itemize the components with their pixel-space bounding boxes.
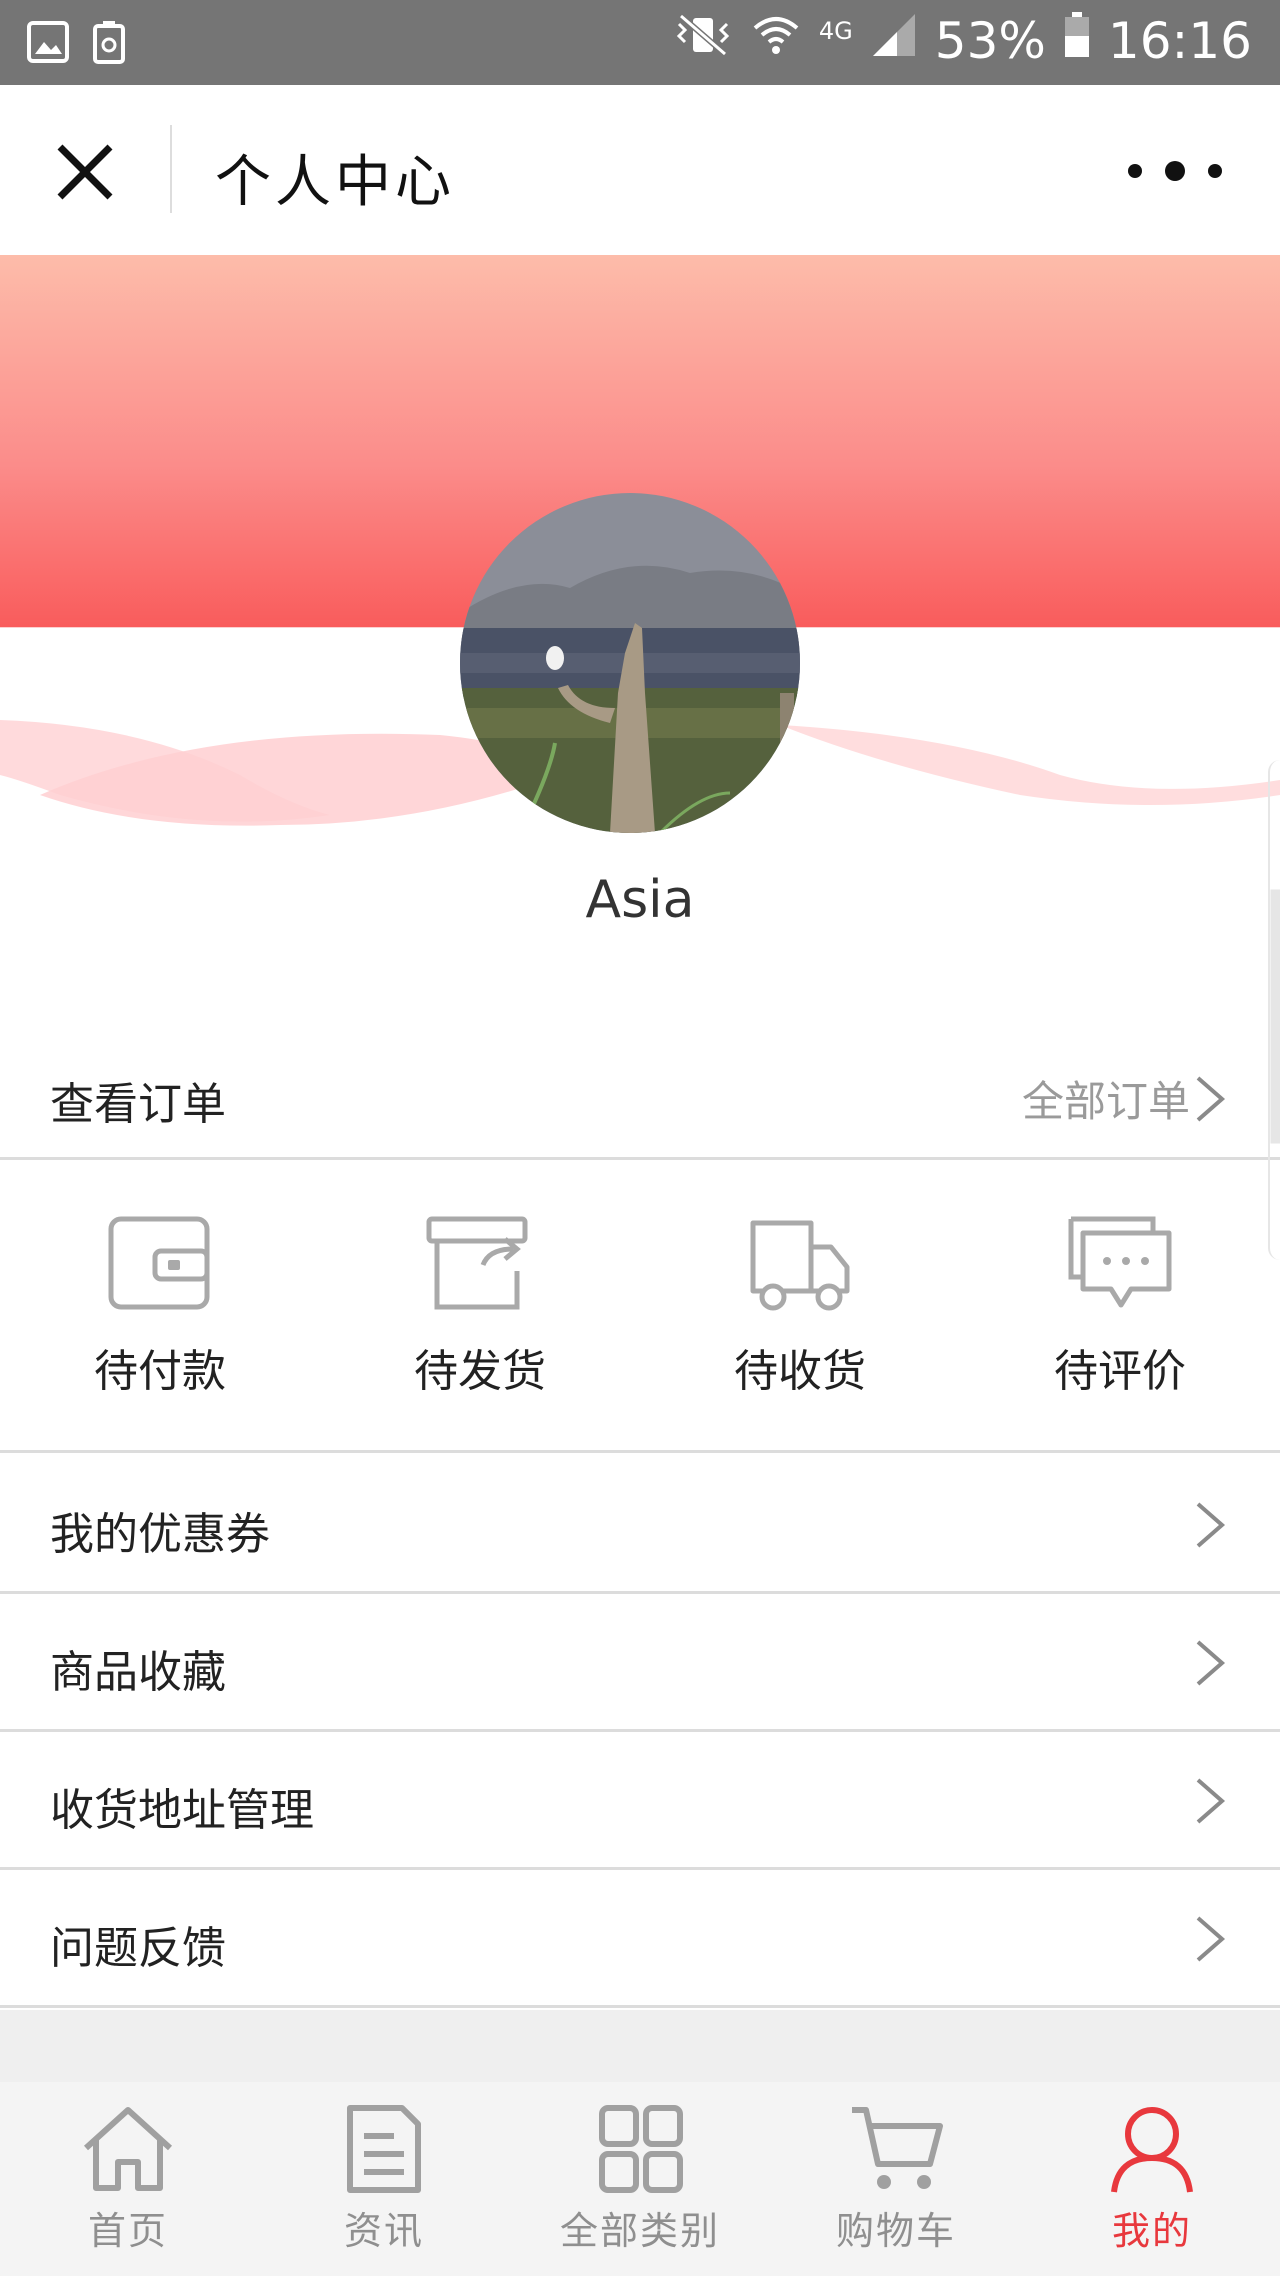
scroll-edge (1268, 760, 1280, 1260)
document-icon (347, 2105, 421, 2193)
battery-percent: 53% (934, 12, 1046, 70)
status-pending-receipt[interactable]: 待收货 (640, 1163, 960, 1450)
status-bar: 4G 53% 16:16 (0, 0, 1280, 85)
menu-item-label: 我的优惠券 (50, 1509, 270, 1560)
chevron-right-icon (1196, 1778, 1226, 1824)
status-label: 待评价 (1054, 1346, 1186, 1397)
menu-item-feedback[interactable]: 问题反馈 (0, 1870, 1280, 2008)
network-type: 4G (818, 17, 853, 45)
close-icon (57, 144, 113, 200)
home-icon (83, 2107, 173, 2191)
username: Asia (585, 870, 695, 930)
menu-item-address[interactable]: 收货地址管理 (0, 1732, 1280, 1870)
tab-label: 资讯 (343, 2209, 424, 2253)
chevron-right-icon (1196, 1502, 1226, 1548)
tab-label: 购物车 (835, 2209, 956, 2253)
status-pending-payment[interactable]: 待付款 (0, 1163, 320, 1450)
bottom-tab-bar: 首页 资讯 全部类别 购物车 我的 (0, 2082, 1280, 2276)
battery-icon (1064, 12, 1090, 70)
clock: 16:16 (1107, 12, 1252, 70)
tab-categories[interactable]: 全部类别 (512, 2082, 768, 2276)
status-label: 待发货 (414, 1346, 546, 1397)
box-outgoing-icon (426, 1216, 528, 1310)
status-label: 待付款 (94, 1346, 226, 1397)
tab-mine[interactable]: 我的 (1024, 2082, 1280, 2276)
chevron-right-icon (1196, 1076, 1226, 1122)
menu-item-label: 商品收藏 (50, 1647, 226, 1698)
spacer (0, 2010, 1280, 2082)
page-title: 个人中心 (215, 150, 455, 215)
all-orders-link[interactable]: 全部订单 (1022, 1068, 1190, 1129)
user-icon (1111, 2107, 1193, 2193)
tab-cart[interactable]: 购物车 (768, 2082, 1024, 2276)
status-label: 待收货 (734, 1346, 866, 1397)
menu-item-label: 收货地址管理 (50, 1785, 314, 1836)
orders-title: 查看订单 (50, 1079, 226, 1130)
wallet-icon (108, 1216, 210, 1310)
settings-menu: 我的优惠券 商品收藏 收货地址管理 问题反馈 (0, 1456, 1280, 2008)
menu-item-favorites[interactable]: 商品收藏 (0, 1594, 1280, 1732)
tab-news[interactable]: 资讯 (256, 2082, 512, 2276)
truck-icon (750, 1220, 850, 1311)
cart-icon (852, 2107, 943, 2189)
menu-item-coupons[interactable]: 我的优惠券 (0, 1456, 1280, 1594)
title-bar: 个人中心 (0, 85, 1280, 255)
status-pending-shipment[interactable]: 待发货 (320, 1163, 640, 1450)
chevron-right-icon (1196, 1640, 1226, 1686)
avatar-photo (460, 493, 800, 833)
more-dots-icon (1128, 161, 1222, 181)
status-pending-review[interactable]: 待评价 (960, 1163, 1280, 1450)
tab-label: 首页 (87, 2209, 168, 2253)
tab-label: 我的 (1111, 2209, 1192, 2253)
chat-review-icon (1068, 1216, 1172, 1308)
menu-item-label: 问题反馈 (50, 1923, 226, 1974)
tab-home[interactable]: 首页 (0, 2082, 256, 2276)
tab-label: 全部类别 (559, 2209, 720, 2253)
more-button[interactable] (1120, 151, 1230, 191)
signal-icon (871, 12, 917, 70)
order-status-row: 待付款 待发货 待收货 待评价 (0, 1163, 1280, 1453)
grid-icon (599, 2105, 683, 2193)
orders-header[interactable]: 查看订单 全部订单 (0, 1040, 1280, 1160)
recycle-notification-icon (92, 20, 126, 68)
close-button[interactable] (50, 137, 120, 207)
vibrate-mute-icon (673, 12, 733, 70)
title-divider (170, 125, 172, 213)
gallery-notification-icon (26, 20, 70, 68)
wifi-icon (751, 12, 801, 70)
avatar[interactable] (460, 493, 800, 833)
chevron-right-icon (1196, 1916, 1226, 1962)
